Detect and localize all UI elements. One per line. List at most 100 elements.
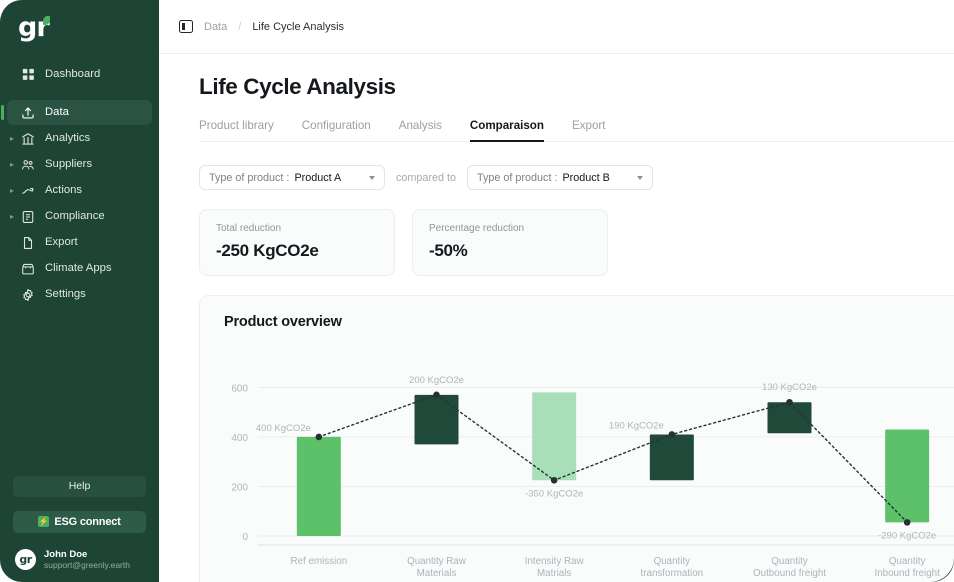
data-point-marker [669, 431, 676, 438]
user-email: support@greenly.earth [44, 560, 130, 571]
product-b-select-inner: Type of product : Product B [477, 172, 610, 184]
tab-analysis[interactable]: Analysis [399, 119, 442, 141]
stat-card-percentage-reduction: Percentage reduction -50% [412, 209, 608, 276]
compared-to-label: compared to [396, 172, 456, 184]
analytics-icon [20, 131, 36, 147]
sidebar-item-label: Data [45, 107, 69, 118]
data-point-label: 400 KgCO2e [256, 423, 311, 434]
data-point-label: -290 KgCO2e [878, 530, 936, 541]
bar [532, 392, 576, 480]
bar [885, 429, 929, 522]
tab-export[interactable]: Export [572, 119, 606, 141]
chevron-right-icon: ▸ [10, 187, 14, 195]
upload-icon [20, 105, 36, 121]
user-profile[interactable]: gr John Doe support@greenly.earth [13, 549, 146, 572]
data-point-marker [433, 392, 440, 399]
x-axis-category-label: Materials [417, 568, 457, 579]
sidebar-item-label: Analytics [45, 133, 90, 144]
nav-spacer [0, 88, 159, 99]
bar [297, 437, 341, 536]
active-indicator [1, 105, 4, 120]
stat-label: Percentage reduction [429, 223, 591, 234]
breadcrumb-item-data[interactable]: Data [204, 21, 227, 33]
greenly-logo: gr [18, 14, 49, 41]
sidebar-item-dashboard[interactable]: Dashboard [7, 62, 152, 87]
product-b-select-label: Type of product : [477, 172, 557, 184]
waterfall-chart: 0200400600400 KgCO2e200 KgCO2e-350 KgCO2… [200, 344, 954, 582]
help-button[interactable]: Help [13, 476, 146, 497]
chevron-down-icon [369, 176, 375, 180]
breadcrumb-item-current: Life Cycle Analysis [252, 21, 344, 33]
sidebar-footer: Help ⚡ ESG connect gr John Doe support@g… [0, 476, 159, 582]
chevron-right-icon: ▸ [10, 135, 14, 143]
data-point-marker [316, 434, 323, 441]
esg-connect-button[interactable]: ⚡ ESG connect [13, 511, 146, 533]
topbar: Data / Life Cycle Analysis [159, 0, 954, 54]
y-axis-tick-label: 400 [231, 433, 248, 444]
actions-icon [20, 183, 36, 199]
sidebar-item-label: Dashboard [45, 69, 100, 80]
help-label: Help [69, 480, 91, 492]
tab-configuration[interactable]: Configuration [302, 119, 371, 141]
main-content: Data / Life Cycle Analysis Life Cycle An… [159, 0, 954, 582]
stat-card-total-reduction: Total reduction -250 KgCO2e [199, 209, 395, 276]
sidebar-item-actions[interactable]: ▸ Actions [7, 178, 152, 203]
esg-connect-label: ESG connect [54, 516, 120, 528]
sidebar: gr Dashboard [0, 0, 159, 582]
bar [650, 434, 694, 480]
sidebar-item-export[interactable]: Export [7, 230, 152, 255]
product-a-select-label: Type of product : [209, 172, 289, 184]
data-point-label: 190 KgCO2e [609, 420, 664, 431]
sidebar-item-compliance[interactable]: ▸ Compliance [7, 204, 152, 229]
y-axis-tick-label: 200 [231, 482, 248, 493]
product-b-select-value: Product B [562, 172, 609, 184]
product-selectors: Type of product : Product A compared to … [199, 165, 954, 190]
x-axis-category-label: transformation [641, 568, 704, 579]
sidebar-item-analytics[interactable]: ▸ Analytics [7, 126, 152, 151]
gear-icon [20, 287, 36, 303]
data-point-marker [904, 519, 911, 526]
product-b-select[interactable]: Type of product : Product B [467, 165, 653, 190]
grid-icon [20, 67, 36, 83]
sidebar-item-data[interactable]: Data [7, 100, 152, 125]
compliance-icon [20, 209, 36, 225]
product-a-select[interactable]: Type of product : Product A [199, 165, 385, 190]
sidebar-item-climate-apps[interactable]: Climate Apps [7, 256, 152, 281]
x-axis-category-label: Outbound freight [753, 568, 826, 579]
product-a-select-inner: Type of product : Product A [209, 172, 341, 184]
sidebar-item-settings[interactable]: Settings [7, 282, 152, 307]
store-icon [20, 261, 36, 277]
sidebar-item-label: Suppliers [45, 159, 92, 170]
sidebar-item-suppliers[interactable]: ▸ Suppliers [7, 152, 152, 177]
x-axis-category-label: Inbound freight [874, 568, 940, 579]
y-axis-tick-label: 0 [242, 532, 248, 543]
tab-product-library[interactable]: Product library [199, 119, 274, 141]
sidebar-item-label: Settings [45, 289, 86, 300]
tab-comparaison[interactable]: Comparaison [470, 119, 544, 141]
data-point-label: -350 KgCO2e [525, 488, 583, 499]
bar [415, 395, 459, 445]
y-axis-tick-label: 600 [231, 383, 248, 394]
brand-logo-wrap[interactable]: gr [0, 0, 159, 50]
chevron-down-icon [637, 176, 643, 180]
sidebar-item-label: Actions [45, 185, 82, 196]
x-axis-category-label: Intensity Raw [525, 556, 585, 567]
data-point-marker [551, 477, 558, 484]
tab-bar: Product library Configuration Analysis C… [199, 119, 954, 142]
stat-label: Total reduction [216, 223, 378, 234]
user-text: John Doe support@greenly.earth [44, 549, 130, 572]
stat-value: -250 KgCO2e [216, 241, 378, 261]
product-overview-card: Product overview 0200400600400 KgCO2e200… [199, 295, 954, 582]
user-name: John Doe [44, 549, 130, 561]
sidebar-item-label: Climate Apps [45, 263, 112, 274]
page-title: Life Cycle Analysis [199, 74, 954, 100]
x-axis-category-label: Quantity Raw [407, 556, 467, 567]
data-point-marker [786, 399, 793, 406]
page-header: Life Cycle Analysis Product library Conf… [159, 54, 954, 142]
x-axis-category-label: Quantity [889, 556, 926, 567]
chevron-right-icon: ▸ [10, 161, 14, 169]
connector-line [319, 395, 907, 523]
panel-toggle-icon[interactable] [179, 20, 193, 33]
sidebar-item-label: Compliance [45, 211, 105, 222]
avatar: gr [15, 549, 36, 570]
